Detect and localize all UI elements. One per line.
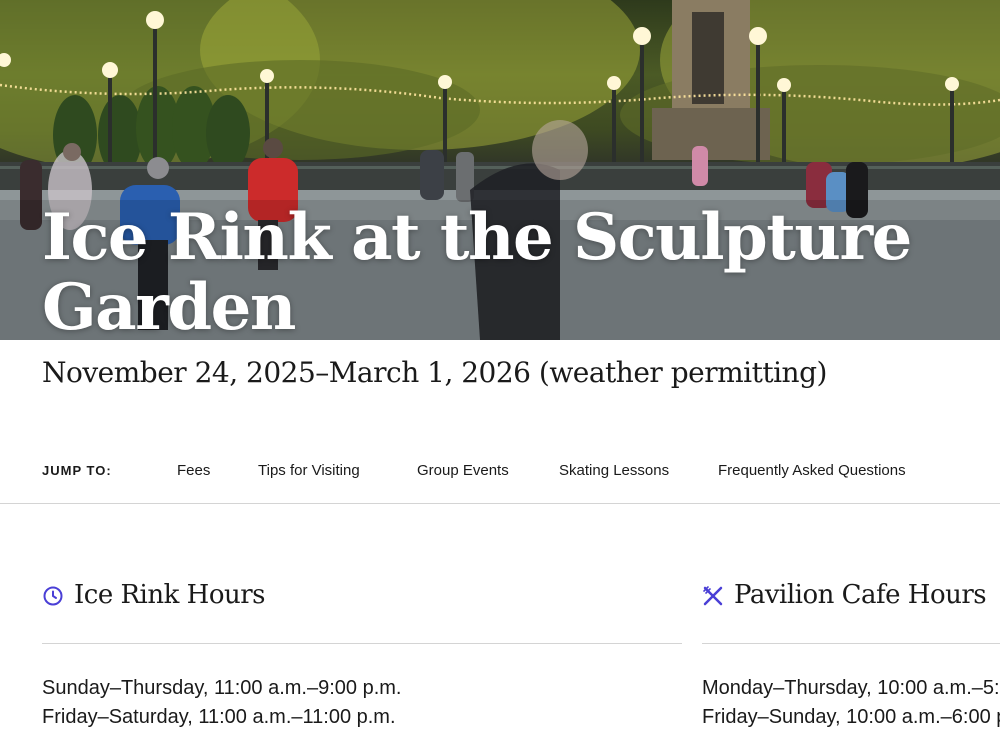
divider — [42, 643, 682, 644]
rink-hours-line: Friday–Saturday, 11:00 a.m.–11:00 p.m. — [42, 706, 396, 728]
ice-rink-hours-title: Ice Rink Hours — [74, 580, 265, 610]
rink-hours-line: Sunday–Thursday, 11:00 a.m.–9:00 p.m. — [42, 677, 402, 699]
jump-link-skating-lessons[interactable]: Skating Lessons — [559, 462, 669, 479]
utensils-icon — [703, 586, 723, 606]
pavilion-cafe-hours-title: Pavilion Cafe Hours — [734, 580, 987, 610]
jump-link-tips-for-visiting[interactable]: Tips for Visiting — [258, 462, 360, 479]
jump-link-fees[interactable]: Fees — [177, 462, 210, 479]
page-title: Ice Rink at the Sculpture Garden — [42, 200, 912, 341]
divider — [702, 643, 1000, 644]
jump-link-faq[interactable]: Frequently Asked Questions — [718, 462, 906, 479]
jump-to-label: JUMP TO: — [42, 463, 112, 478]
cafe-hours-line: Monday–Thursday, 10:00 a.m.–5: — [702, 677, 1000, 699]
clock-icon — [43, 586, 63, 606]
hero-banner: Ice Rink at the Sculpture Garden — [0, 0, 1000, 340]
event-dates: November 24, 2025–March 1, 2026 (weather… — [42, 356, 827, 389]
cafe-hours-line: Friday–Sunday, 10:00 a.m.–6:00 p — [702, 706, 1000, 728]
jump-to-nav: JUMP TO: Fees Tips for Visiting Group Ev… — [0, 450, 1000, 504]
jump-link-group-events[interactable]: Group Events — [417, 462, 509, 479]
